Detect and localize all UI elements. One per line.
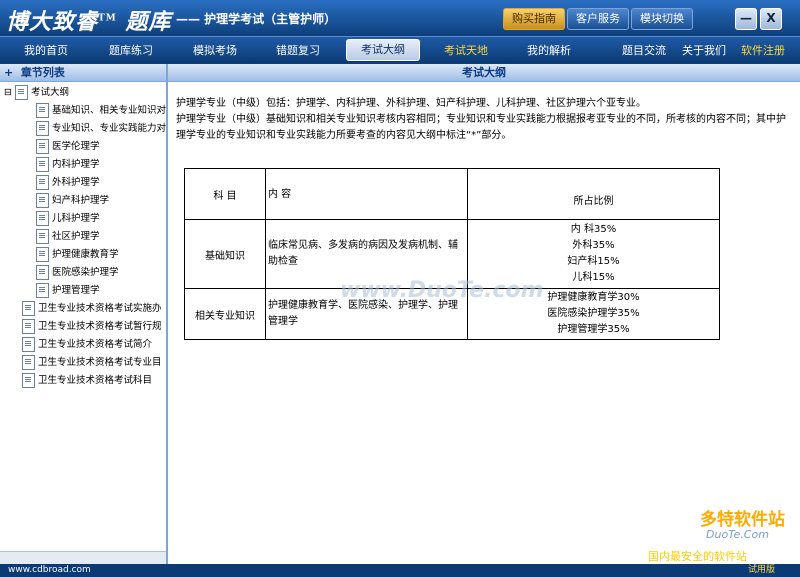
intro-text: 护理学专业（中级）包括：护理学、内科护理、外科护理、妇产科护理、儿科护理、社区护… — [176, 96, 788, 144]
header-cell: 科 目 — [184, 168, 266, 220]
close-button[interactable]: X — [760, 8, 782, 30]
document-icon — [36, 193, 49, 208]
document-icon — [22, 319, 35, 334]
tree-item[interactable]: 医学伦理学 — [36, 138, 100, 156]
brand-logo: 多特软件站 — [700, 510, 785, 530]
document-icon — [36, 103, 49, 118]
ratio-item: 妇产科15% — [567, 256, 620, 267]
sidebar-header: + 章节列表 — [0, 64, 166, 82]
intro-paragraph: 护理学专业（中级）基础知识和相关专业知识考核内容相同；专业知识和专业实践能力根据… — [176, 114, 786, 141]
subject-cell: 基础知识 — [184, 219, 266, 289]
nav-exam-world[interactable]: 考试天地 — [434, 41, 498, 61]
title-bar: 博大致睿TM 题库 —— 护理学考试（主管护师） 购买指南 客户服务 模块切换 … — [0, 0, 800, 36]
document-icon — [36, 265, 49, 280]
document-icon — [22, 373, 35, 388]
tree-item[interactable]: 卫生专业技术资格考试实施办 — [22, 300, 162, 318]
content-title: 考试大纲 — [168, 64, 800, 82]
subject-cell: 相关专业知识 — [184, 288, 266, 340]
customer-service-button[interactable]: 客户服务 — [567, 8, 629, 30]
document-icon — [36, 139, 49, 154]
tree-item[interactable]: 医院感染护理学 — [36, 264, 119, 282]
nav-practice[interactable]: 题库练习 — [99, 41, 163, 61]
brand-url: DuoTe.Com — [706, 528, 769, 541]
document-icon — [36, 211, 49, 226]
document-icon — [36, 175, 49, 190]
nav-mock-exam[interactable]: 模拟考场 — [183, 41, 247, 61]
document-icon — [36, 157, 49, 172]
nav-home[interactable]: 我的首页 — [14, 41, 78, 61]
ratio-item: 外科35% — [572, 240, 615, 251]
tree-item[interactable]: 卫生专业技术资格考试简介 — [22, 336, 152, 354]
document-icon — [36, 247, 49, 262]
nav-review[interactable]: 错题复习 — [266, 41, 330, 61]
nav-about[interactable]: 关于我们 — [678, 41, 730, 61]
ratio-item: 护理管理学35% — [557, 324, 630, 335]
document-icon — [36, 283, 49, 298]
folder-icon — [14, 85, 28, 100]
document-icon — [22, 355, 35, 370]
content-panel: 考试大纲 护理学专业（中级）包括：护理学、内科护理、外科护理、妇产科护理、儿科护… — [168, 64, 800, 564]
module-switch-button[interactable]: 模块切换 — [631, 8, 693, 30]
tree-item[interactable]: 卫生专业技术资格考试专业目 — [22, 354, 162, 372]
header-cell: 所占比例 — [467, 168, 720, 220]
ratio-item: 医院感染护理学35% — [547, 308, 640, 319]
tree-root[interactable]: ⊟ 考试大纲 — [4, 84, 69, 102]
tree-item[interactable]: 卫生专业技术资格考试科目 — [22, 372, 152, 390]
chapter-sidebar: + 章节列表 ⊟ 考试大纲 基础知识、相关专业知识对 专业知识、专业实践能力对 … — [0, 64, 168, 564]
intro-paragraph: 护理学专业（中级）包括：护理学、内科护理、外科护理、妇产科护理、儿科护理、社区护… — [176, 98, 646, 109]
status-url: www.cdbroad.com — [8, 565, 91, 575]
watermark: www.DuoTe.com — [340, 278, 544, 303]
nav-register[interactable]: 软件注册 — [736, 41, 790, 61]
header-cell: 内 容 — [265, 168, 468, 220]
tree-item[interactable]: 护理健康教育学 — [36, 246, 119, 264]
brand-slogan: 国内最安全的软件站 — [648, 550, 747, 563]
document-icon — [36, 121, 49, 136]
syllabus-table: 科 目 内 容 所占比例 基础知识 临床常见病、多发病的病因及发病机制、辅助检查… — [184, 168, 720, 340]
tree-item[interactable]: 社区护理学 — [36, 228, 100, 246]
nav-discussion[interactable]: 题目交流 — [618, 41, 670, 61]
app-logo: 博大致睿TM 题库 — [6, 9, 172, 35]
tree-item[interactable]: 妇产科护理学 — [36, 192, 109, 210]
horizontal-scrollbar[interactable] — [0, 551, 166, 564]
tree-item[interactable]: 卫生专业技术资格考试暂行规 — [22, 318, 162, 336]
tree-item[interactable]: 外科护理学 — [36, 174, 100, 192]
minimize-button[interactable]: — — [735, 8, 757, 30]
purchase-guide-button[interactable]: 购买指南 — [503, 8, 565, 30]
document-icon — [36, 229, 49, 244]
status-bar: www.cdbroad.com 试用版 — [0, 564, 800, 577]
tree-item[interactable]: 专业知识、专业实践能力对 — [36, 120, 166, 138]
document-icon — [22, 301, 35, 316]
tree-item[interactable]: 儿科护理学 — [36, 210, 100, 228]
tree-item[interactable]: 内科护理学 — [36, 156, 100, 174]
app-subtitle: —— 护理学考试（主管护师） — [176, 12, 337, 26]
tree-item[interactable]: 基础知识、相关专业知识对 — [36, 102, 166, 120]
nav-bar: 我的首页 题库练习 模拟考场 错题复习 考试大纲 考试天地 我的解析 题目交流 … — [0, 36, 800, 63]
status-edition: 试用版 — [748, 565, 776, 575]
tree-item[interactable]: 护理管理学 — [36, 282, 100, 300]
document-icon — [22, 337, 35, 352]
nav-syllabus[interactable]: 考试大纲 — [346, 39, 420, 61]
ratio-item: 内 科35% — [570, 224, 617, 235]
table-header-row: 科 目 内 容 所占比例 — [184, 168, 720, 220]
nav-analysis[interactable]: 我的解析 — [517, 41, 581, 61]
